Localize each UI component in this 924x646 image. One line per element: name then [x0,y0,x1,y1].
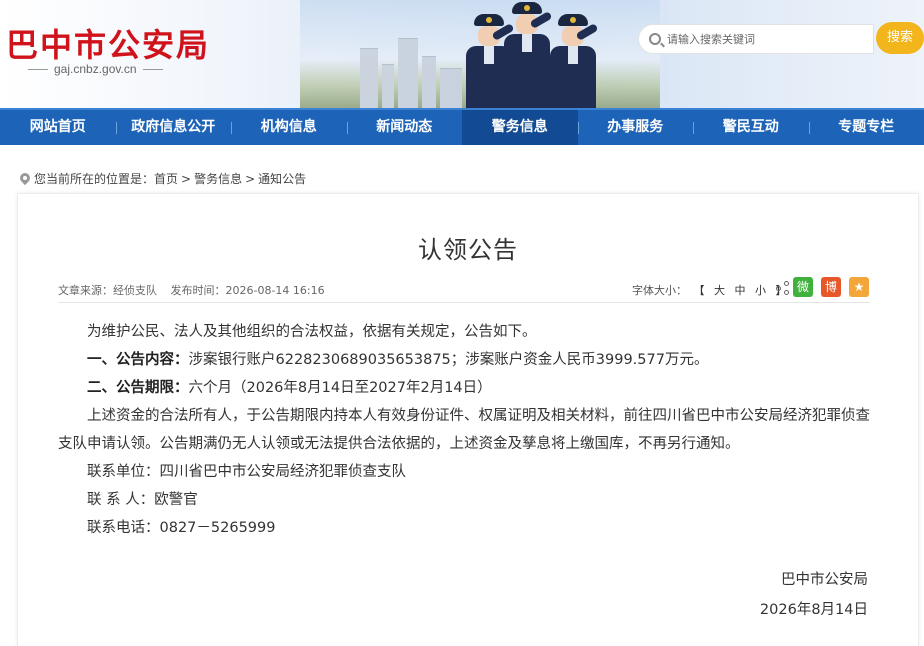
search-icon [649,33,661,45]
font-size-small-button[interactable]: 小 [755,284,766,297]
main-nav: 网站首页 政府信息公开 机构信息 新闻动态 警务信息 办事服务 警民互动 专题专… [0,108,924,145]
article-body: 为维护公民、法人及其他组织的合法权益，依据有关规定，公告如下。 一、公告内容：涉… [58,318,872,542]
article-paragraph: 上述资金的合法所有人，于公告期限内持本人有效身份证件、权属证明及相关材料，前往四… [58,408,870,452]
breadcrumb-notice-link[interactable]: 通知公告 [258,170,306,187]
meta-divider [58,302,870,303]
article-item-1: 一、公告内容：涉案银行账户6228230689035653875；涉案账户资金人… [58,346,872,374]
search-input[interactable] [667,30,867,48]
site-title[interactable]: 巴中市公安局 [6,20,210,66]
item-2-label: 二、公告期限： [87,380,189,396]
item-1-label: 一、公告内容： [87,352,189,368]
article-card: 认领公告 文章来源：经侦支队 发布时间：2026-08-14 16:16 字体大… [17,193,919,646]
source-value: 经侦支队 [113,284,157,297]
breadcrumb-prefix: 您当前所在的位置是： [34,172,155,186]
share-icon[interactable] [776,281,790,295]
breadcrumb-police-info-link[interactable]: 警务信息 [194,170,242,187]
location-pin-icon [20,173,30,185]
font-size-control: 字体大小： 【 大 中 小 】 [632,282,790,298]
breadcrumb-home-link[interactable]: 首页 [154,170,178,187]
item-2-text: 六个月（2026年8月14日至2027年2月14日） [188,380,492,396]
site-banner: 巴中市公安局 gaj.cnbz.gov.cn 搜索 [0,0,924,108]
contact-unit: 联系单位：四川省巴中市公安局经济犯罪侦查支队 [87,464,406,480]
font-size-medium-button[interactable]: 中 [735,284,746,297]
time-label: 发布时间： [170,284,226,297]
wechat-share-icon[interactable]: 微 [793,277,813,297]
weibo-share-icon[interactable]: 博 [821,277,841,297]
font-size-label: 字体大小： [632,284,687,297]
breadcrumb: 您当前所在的位置是： 首页 > 警务信息 > 通知公告 [20,170,306,187]
item-1-text: 涉案银行账户6228230689035653875；涉案账户资金人民币3999.… [188,352,709,368]
article-title: 认领公告 [418,236,518,264]
nav-item-news[interactable]: 新闻动态 [346,110,463,145]
article-intro: 为维护公民、法人及其他组织的合法权益，依据有关规定，公告如下。 [87,324,537,340]
nav-item-org-info[interactable]: 机构信息 [231,110,347,145]
signature-date: 2026年8月14日 [759,602,868,618]
signature-org: 巴中市公安局 [781,572,868,588]
nav-item-police-info[interactable]: 警务信息 [462,110,578,145]
site-domain: gaj.cnbz.gov.cn [22,62,169,76]
source-label: 文章来源： [58,284,113,297]
bracket-open: 【 [693,284,705,297]
search-button[interactable]: 搜索 [876,22,924,54]
article-meta: 文章来源：经侦支队 发布时间：2026-08-14 16:16 [58,282,325,298]
contact-phone: 联系电话：0827－5265999 [87,520,276,536]
time-value: 2026-08-14 16:16 [225,284,325,297]
contact-person: 联 系 人：欧警官 [87,492,198,508]
breadcrumb-separator: > [181,171,192,186]
nav-item-services[interactable]: 办事服务 [577,110,694,145]
font-size-large-button[interactable]: 大 [714,284,725,297]
breadcrumb-separator: > [245,171,256,186]
search-box [638,24,874,54]
nav-item-home[interactable]: 网站首页 [0,110,116,145]
nav-item-topics[interactable]: 专题专栏 [808,110,924,145]
police-officer-image [546,14,600,108]
nav-item-interaction[interactable]: 警民互动 [693,110,809,145]
nav-item-gov-info[interactable]: 政府信息公开 [115,110,232,145]
article-item-2: 二、公告期限：六个月（2026年8月14日至2027年2月14日） [58,374,872,402]
favorite-star-icon[interactable]: ★ [849,277,869,297]
